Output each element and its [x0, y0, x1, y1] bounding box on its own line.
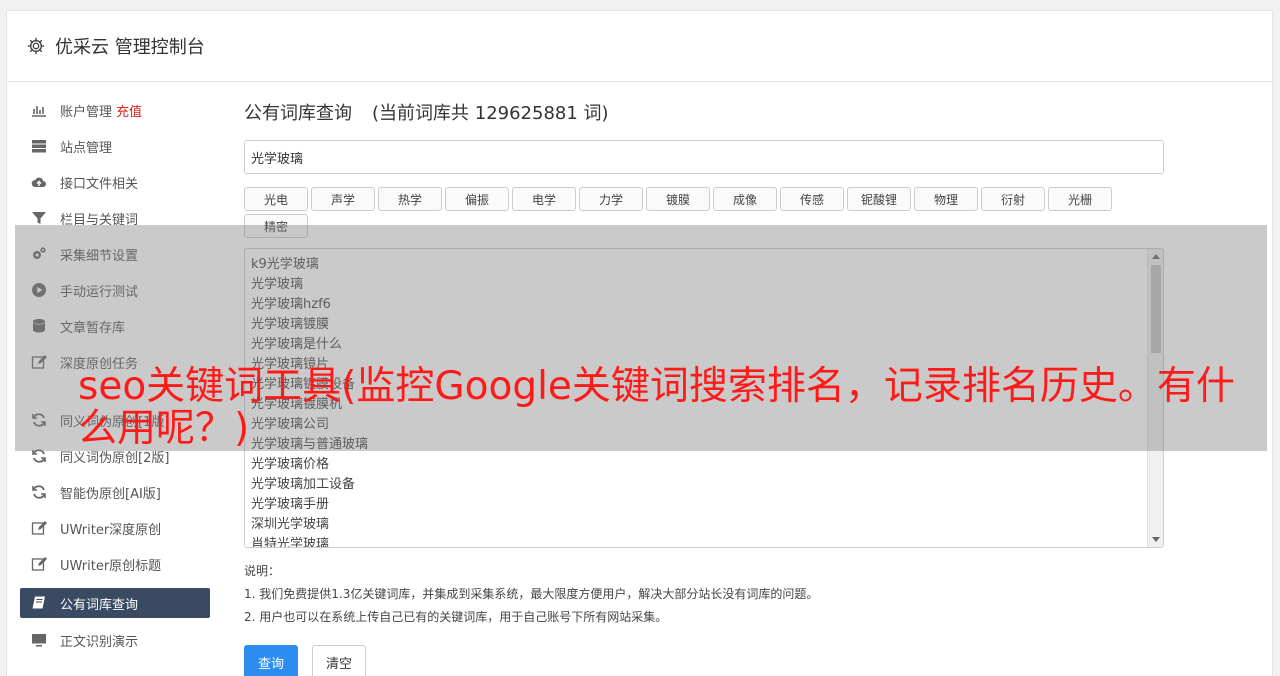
tag-button[interactable]: 声学: [311, 187, 375, 211]
query-button[interactable]: 查询: [244, 645, 298, 676]
tag-button[interactable]: 镀膜: [646, 187, 710, 211]
lexicon-count: (当前词库共 129625881 词): [372, 103, 609, 124]
sidebar-item-label: 站点管理: [60, 140, 113, 156]
sidebar-item-text-recognition[interactable]: 正文识别演示: [20, 622, 210, 658]
tag-button[interactable]: 偏振: [445, 187, 509, 211]
bar-chart-icon: [31, 102, 47, 118]
sidebar-item-label: 接口文件相关: [60, 176, 139, 192]
app-header: 优采云 管理控制台: [7, 11, 1272, 82]
clear-button[interactable]: 清空: [312, 645, 366, 676]
tag-button[interactable]: 力学: [579, 187, 643, 211]
tag-button[interactable]: 物理: [914, 187, 978, 211]
book-icon: [31, 595, 47, 611]
note-line: 2. 用户也可以在系统上传自己已有的关键词库，用于自己账号下所有网站采集。: [244, 610, 668, 624]
tag-button[interactable]: 光电: [244, 187, 308, 211]
tag-button[interactable]: 电学: [512, 187, 576, 211]
sidebar-item-ai-rewrite[interactable]: 智能伪原创[AI版]: [20, 474, 210, 510]
keyword-search-input[interactable]: [244, 140, 1164, 174]
sidebar-item-public-lexicon[interactable]: 公有词库查询: [20, 588, 210, 618]
action-buttons: 查询 清空: [244, 645, 1174, 676]
sidebar-item-label: 账户管理: [60, 104, 113, 120]
refresh-icon: [31, 484, 47, 500]
list-item: 光学玻璃手册: [251, 497, 330, 512]
sidebar-item-label: UWriter深度原创: [60, 522, 162, 538]
server-icon: [31, 138, 47, 154]
monitor-icon: [31, 632, 47, 648]
recharge-link[interactable]: 充值: [116, 101, 142, 120]
list-item: 光学玻璃价格: [251, 457, 330, 472]
notes-title: 说明：: [244, 564, 281, 578]
page-title: 公有词库查询 (当前词库共 129625881 词): [244, 102, 1174, 126]
filter-icon: [31, 210, 47, 226]
overlay-caption: seo关键词工具(监控Google关键词搜索排名，记录排名历史。有什么用呢？): [78, 364, 1235, 451]
tag-button[interactable]: 传感: [780, 187, 844, 211]
note-line: 1. 我们免费提供1.3亿关键词库，并集成到采集系统，最大限度方便用户，解决大部…: [244, 587, 819, 601]
tag-button[interactable]: 光栅: [1048, 187, 1112, 211]
tag-button[interactable]: 衍射: [981, 187, 1045, 211]
sidebar-item-label: UWriter原创标题: [60, 558, 162, 574]
list-item: 深圳光学玻璃: [251, 517, 330, 532]
usage-notes: 说明： 1. 我们免费提供1.3亿关键词库，并集成到采集系统，最大限度方便用户，…: [244, 560, 1174, 629]
sidebar-item-uwriter-title[interactable]: UWriter原创标题: [20, 546, 210, 582]
tag-button[interactable]: 成像: [713, 187, 777, 211]
sidebar-item-label: 智能伪原创[AI版]: [60, 486, 161, 502]
sidebar-item-interface-files[interactable]: 接口文件相关: [20, 164, 210, 200]
gear-icon: [27, 37, 45, 55]
tag-button[interactable]: 铌酸锂: [847, 187, 911, 211]
sidebar-item-sites[interactable]: 站点管理: [20, 128, 210, 164]
cloud-upload-icon: [31, 174, 47, 190]
scroll-down-arrow-icon[interactable]: [1152, 537, 1160, 542]
sidebar-item-account[interactable]: 账户管理 充值: [20, 92, 210, 128]
sidebar-item-label: 公有词库查询: [60, 597, 139, 613]
list-item: 光学玻璃加工设备: [251, 477, 356, 492]
page-title-text: 公有词库查询: [244, 103, 352, 124]
tag-button[interactable]: 热学: [378, 187, 442, 211]
sidebar-item-uwriter-deep[interactable]: UWriter深度原创: [20, 510, 210, 546]
edit-icon: [31, 556, 47, 572]
sidebar-item-label: 正文识别演示: [60, 634, 139, 650]
edit-icon: [31, 520, 47, 536]
list-item: 肖特光学玻璃: [251, 537, 330, 548]
app-title: 优采云 管理控制台: [55, 37, 205, 58]
